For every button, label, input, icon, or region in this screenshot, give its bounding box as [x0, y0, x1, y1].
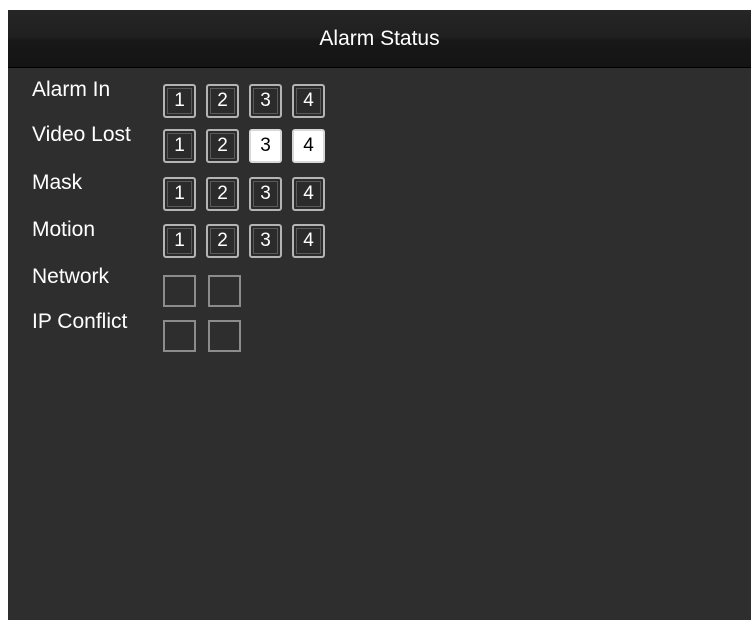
- channel-cells-mask: 1 2 3 4: [163, 177, 325, 211]
- row-label-ip-conflict: IP Conflict: [32, 310, 128, 333]
- channel-cell-video-lost-3[interactable]: 3: [249, 129, 282, 163]
- channel-cell-video-lost-1[interactable]: 1: [163, 129, 196, 163]
- indicator-cells-network: [163, 275, 241, 307]
- channel-cell-video-lost-4[interactable]: 4: [292, 129, 325, 163]
- title-bar: Alarm Status: [8, 10, 751, 68]
- ip-conflict-indicator-1[interactable]: [163, 320, 196, 352]
- row-label-mask: Mask: [32, 171, 83, 194]
- channel-cell-video-lost-2[interactable]: 2: [206, 129, 239, 163]
- channel-cells-video-lost: 1 2 3 4: [163, 129, 325, 163]
- channel-cell-alarm-in-4[interactable]: 4: [292, 84, 325, 118]
- alarm-status-window: Alarm Status Alarm In 1 2 3 4 Video Lost…: [8, 10, 751, 620]
- channel-cell-motion-3[interactable]: 3: [249, 224, 282, 258]
- channel-cell-alarm-in-2[interactable]: 2: [206, 84, 239, 118]
- channel-cells-alarm-in: 1 2 3 4: [163, 84, 325, 118]
- channel-cell-alarm-in-3[interactable]: 3: [249, 84, 282, 118]
- channel-cell-mask-1[interactable]: 1: [163, 177, 196, 211]
- channel-cell-motion-4[interactable]: 4: [292, 224, 325, 258]
- channel-cell-mask-4[interactable]: 4: [292, 177, 325, 211]
- indicator-cells-ip-conflict: [163, 320, 241, 352]
- window-title: Alarm Status: [319, 26, 440, 50]
- channel-cell-motion-2[interactable]: 2: [206, 224, 239, 258]
- network-indicator-1[interactable]: [163, 275, 196, 307]
- network-indicator-2[interactable]: [208, 275, 241, 307]
- channel-cell-mask-3[interactable]: 3: [249, 177, 282, 211]
- row-label-motion: Motion: [32, 218, 96, 241]
- channel-cell-alarm-in-1[interactable]: 1: [163, 84, 196, 118]
- row-label-network: Network: [32, 265, 110, 288]
- channel-cell-mask-2[interactable]: 2: [206, 177, 239, 211]
- ip-conflict-indicator-2[interactable]: [208, 320, 241, 352]
- row-label-alarm-in: Alarm In: [32, 78, 111, 101]
- channel-cells-motion: 1 2 3 4: [163, 224, 325, 258]
- row-label-video-lost: Video Lost: [32, 123, 131, 146]
- channel-cell-motion-1[interactable]: 1: [163, 224, 196, 258]
